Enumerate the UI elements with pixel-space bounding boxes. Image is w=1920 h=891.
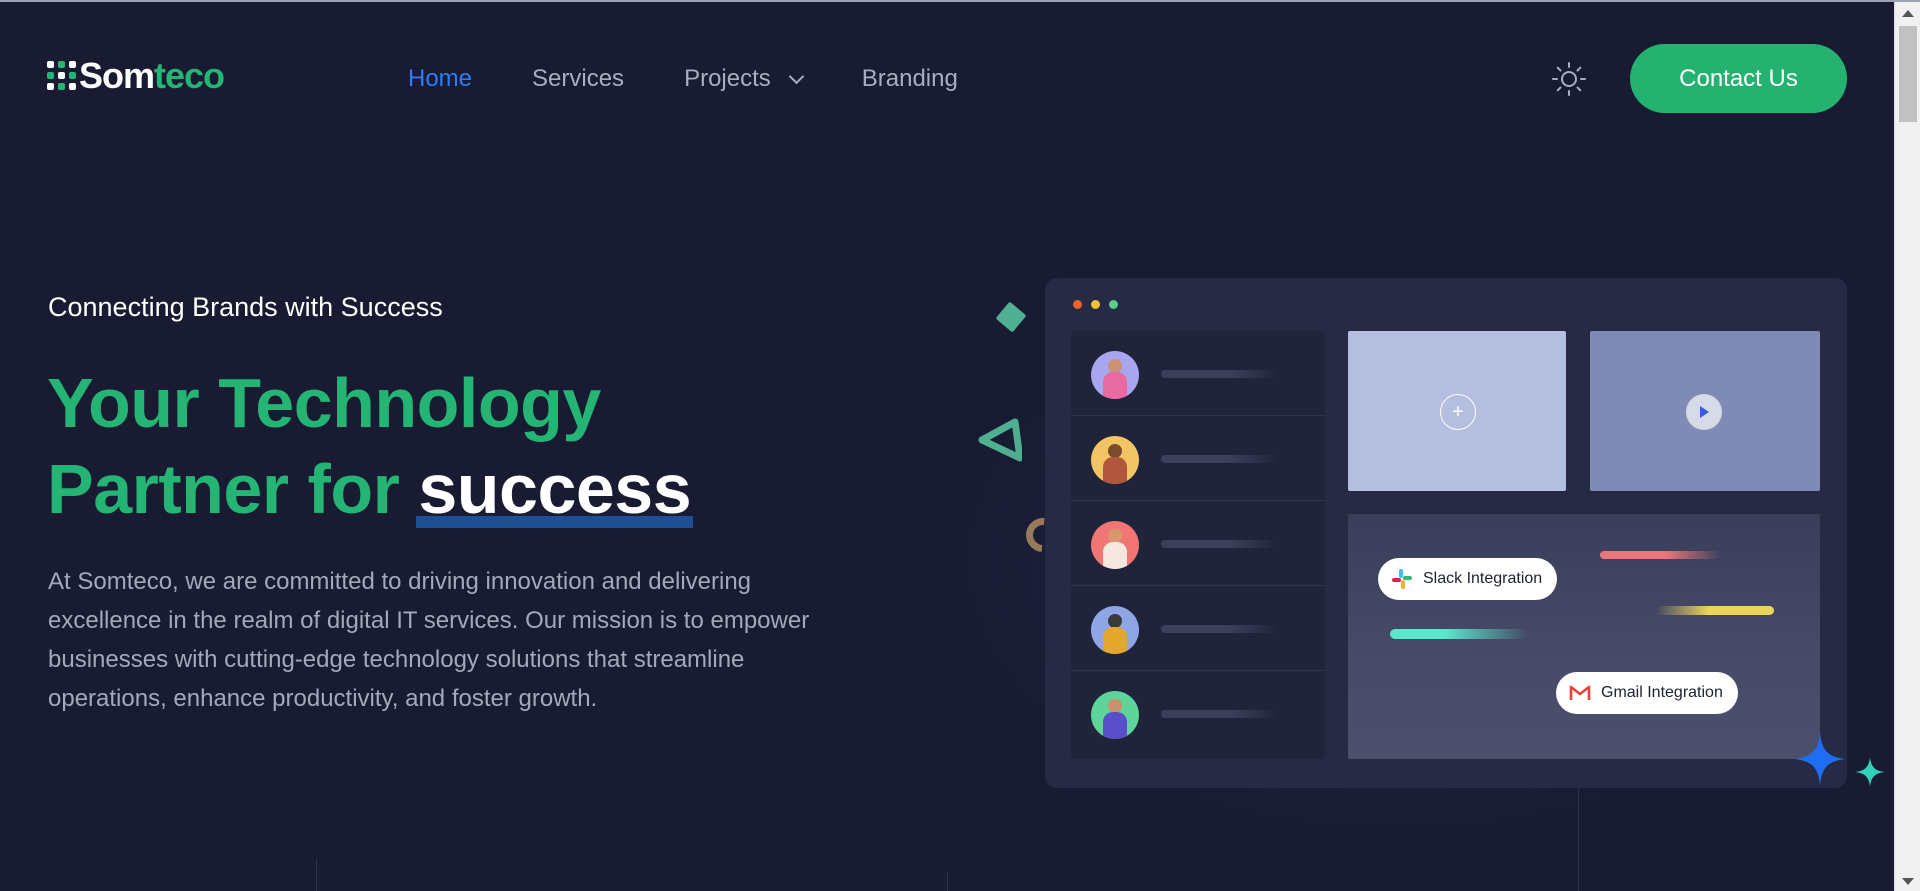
logo[interactable]: Somteco [47,55,225,96]
divider-line [316,858,317,891]
nav-item-projects-label: Projects [684,65,771,92]
app-mockup: + Slack Integration Gmail Integration [1045,278,1847,788]
chevron-down-icon [788,68,805,84]
window-dot-green-icon [1109,300,1118,309]
integrations-canvas: Slack Integration Gmail Integration [1348,514,1820,759]
placeholder-line [1161,540,1277,548]
avatar [1091,351,1139,399]
slack-integration-label: Slack Integration [1423,570,1543,587]
sparkle-blue-icon [1794,733,1846,785]
placeholder-line [1161,625,1277,633]
scroll-up-arrow-icon[interactable] [1902,10,1914,17]
list-item[interactable] [1071,331,1325,416]
decorative-line-teal [1390,629,1528,639]
theme-toggle-button[interactable] [1548,58,1590,100]
list-item[interactable] [1071,586,1325,671]
avatar [1091,521,1139,569]
hero-eyebrow: Connecting Brands with Success [48,292,443,322]
media-tile-video [1590,331,1820,491]
avatar [1091,606,1139,654]
nav-item-services[interactable]: Services [532,65,624,93]
nav-item-home[interactable]: Home [408,65,472,93]
divider-line [947,872,948,891]
divider-line [1578,788,1579,891]
contact-us-button[interactable]: Contact Us [1630,44,1847,113]
media-tile-add: + [1348,331,1566,491]
window-dots [1073,300,1127,309]
hero-description: At Somteco, we are committed to driving … [48,568,810,712]
headline-line2-prefix: Partner for [47,450,400,528]
window-dot-red-icon [1073,300,1082,309]
gmail-integration-label: Gmail Integration [1601,684,1723,701]
avatar [1091,691,1139,739]
gmail-integration-pill[interactable]: Gmail Integration [1556,672,1738,714]
logo-mark-icon [47,61,77,91]
slack-icon [1392,569,1412,589]
nav-item-branding[interactable]: Branding [862,65,958,93]
contact-list-panel [1071,331,1325,759]
sun-icon [1552,62,1586,96]
scrollbar-thumb[interactable] [1899,26,1917,122]
play-icon[interactable] [1686,394,1722,430]
nav-item-projects[interactable]: Projects [684,65,805,93]
slack-integration-pill[interactable]: Slack Integration [1378,558,1558,600]
sparkle-teal-icon [1855,757,1885,787]
window-top-border [0,0,1920,2]
plus-icon[interactable]: + [1440,394,1476,430]
list-item[interactable] [1071,416,1325,501]
list-item[interactable] [1071,671,1325,756]
scroll-down-arrow-icon[interactable] [1902,878,1914,885]
window-dot-yellow-icon [1091,300,1100,309]
avatar [1091,436,1139,484]
list-item[interactable] [1071,501,1325,586]
decorative-line-yellow [1656,606,1774,615]
placeholder-line [1161,455,1277,463]
placeholder-line [1161,370,1277,378]
logo-text: Somteco [79,55,225,96]
headline-line1: Your Technology [47,364,601,442]
main-nav: Home Services Projects Branding [408,60,1018,98]
headline-accent-word: success [416,446,694,532]
decorative-line-red [1600,551,1720,559]
gmail-icon [1569,685,1591,700]
vertical-scrollbar[interactable] [1894,2,1920,891]
hero-headline: Your Technology Partner for success [47,360,694,532]
placeholder-line [1161,710,1277,718]
